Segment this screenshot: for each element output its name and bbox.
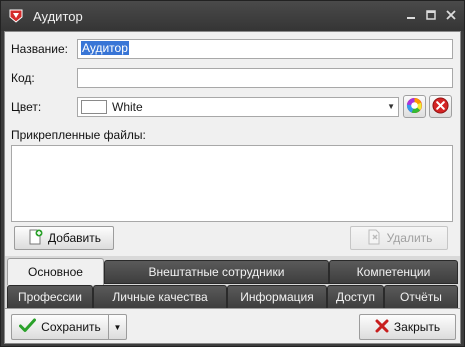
tab-label: Отчёты bbox=[400, 290, 442, 304]
add-file-icon bbox=[27, 229, 43, 248]
tab-label: Профессии bbox=[18, 290, 82, 304]
color-palette-icon bbox=[406, 97, 423, 117]
red-x-icon bbox=[375, 319, 389, 336]
chevron-down-icon[interactable]: ▼ bbox=[387, 102, 395, 111]
delete-file-label: Удалить bbox=[386, 231, 433, 245]
maximize-icon[interactable] bbox=[422, 7, 440, 23]
color-select[interactable]: White ▼ bbox=[77, 97, 399, 117]
save-label: Сохранить bbox=[41, 320, 101, 334]
tab-kompetencii[interactable]: Компетенции bbox=[329, 260, 458, 284]
tab-label: Внештатные сотрудники bbox=[148, 265, 285, 279]
delete-file-button[interactable]: Удалить bbox=[350, 226, 448, 250]
save-button[interactable]: Сохранить bbox=[11, 314, 109, 340]
code-label: Код: bbox=[11, 71, 35, 85]
close-button[interactable]: Закрыть bbox=[359, 314, 456, 340]
minimize-icon[interactable] bbox=[402, 7, 420, 23]
tab-dostup[interactable]: Доступ bbox=[327, 285, 384, 309]
tab-label: Основное bbox=[28, 265, 83, 279]
window-controls bbox=[402, 7, 460, 23]
tab-vneshtatnye[interactable]: Внештатные сотрудники bbox=[104, 260, 329, 284]
chevron-down-icon: ▼ bbox=[113, 322, 122, 332]
tab-label: Компетенции bbox=[356, 265, 431, 279]
color-value: White bbox=[112, 100, 143, 114]
title-bar[interactable]: Аудитор bbox=[1, 1, 464, 31]
color-label: Цвет: bbox=[11, 100, 42, 114]
tab-label: Доступ bbox=[335, 290, 376, 304]
code-field[interactable] bbox=[77, 68, 453, 88]
name-value: Аудитор bbox=[81, 41, 129, 55]
name-field[interactable]: Аудитор bbox=[77, 39, 453, 59]
add-file-button[interactable]: Добавить bbox=[14, 226, 114, 250]
close-icon[interactable] bbox=[442, 7, 460, 23]
close-label: Закрыть bbox=[393, 320, 441, 334]
save-dropdown-button[interactable]: ▼ bbox=[109, 314, 127, 340]
save-button-group: Сохранить ▼ bbox=[11, 314, 127, 340]
clear-color-button[interactable] bbox=[429, 95, 452, 118]
tab-label: Информация bbox=[240, 290, 314, 304]
tab-osnovnoe[interactable]: Основное bbox=[7, 258, 104, 285]
form-client-area: Название: Аудитор Код: Цвет: White ▼ При… bbox=[4, 31, 461, 344]
tab-informaciya[interactable]: Информация bbox=[227, 285, 327, 309]
tab-baseline bbox=[5, 308, 460, 309]
name-label: Название: bbox=[11, 42, 68, 56]
attached-files-list[interactable] bbox=[11, 145, 453, 222]
files-label: Прикрепленные файлы: bbox=[11, 128, 146, 142]
color-picker-button[interactable] bbox=[403, 95, 426, 118]
tab-lichnye-kachestva[interactable]: Личные качества bbox=[93, 285, 227, 309]
tab-professii[interactable]: Профессии bbox=[7, 285, 93, 309]
tab-otchety[interactable]: Отчёты bbox=[384, 285, 458, 309]
color-swatch bbox=[81, 100, 107, 114]
window-title: Аудитор bbox=[33, 8, 83, 24]
clear-color-icon bbox=[432, 96, 449, 117]
tab-label: Личные качества bbox=[112, 290, 208, 304]
delete-file-icon bbox=[366, 229, 382, 248]
add-file-label: Добавить bbox=[47, 231, 102, 245]
checkmark-icon bbox=[19, 318, 37, 336]
app-logo-icon bbox=[7, 7, 25, 25]
main-window: Аудитор Название: Аудитор Код: Цвет: Whi… bbox=[0, 0, 465, 347]
